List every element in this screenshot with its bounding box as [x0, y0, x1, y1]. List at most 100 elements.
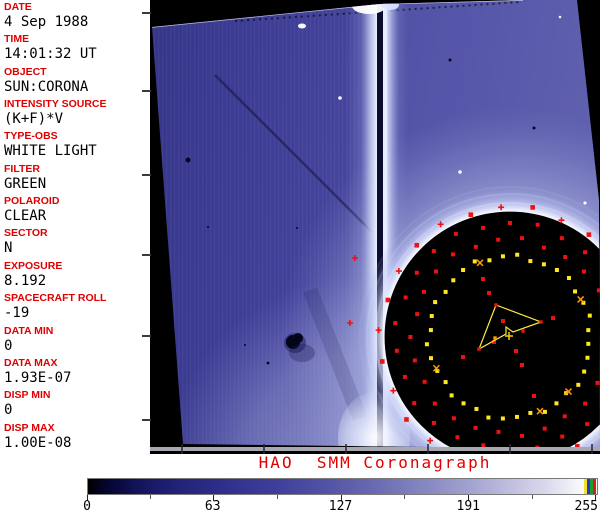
- yellow-ring-dot: [461, 401, 466, 406]
- red-ring-mid-dot: [455, 435, 460, 440]
- metadata-value: SUN:CORONA: [4, 78, 89, 95]
- metadata-value: 0: [4, 337, 13, 354]
- metadata-label: DISP MAX: [4, 421, 55, 434]
- colorbar-gradient: [87, 478, 598, 495]
- metadata-entry: SECTOR N: [4, 227, 48, 256]
- polygon-orange-dot: [493, 336, 497, 340]
- dark-spot: [448, 58, 452, 62]
- yellow-ring-dot: [554, 401, 559, 406]
- colorbar-minor-tick: [149, 495, 151, 499]
- metadata-entry: SPACECRAFT ROLL -19: [4, 293, 106, 321]
- red-ring-inner-dot: [583, 401, 588, 406]
- metadata-entry: DATE 4 Sep 1988: [4, 2, 89, 30]
- red-ring-mid-dot: [507, 221, 512, 226]
- yellow-ring-dot: [586, 341, 591, 346]
- coronagraph-image-svg: [150, 0, 600, 454]
- coronagraph-image: [150, 0, 600, 454]
- yellow-ring-dot: [573, 289, 578, 294]
- metadata-entry: INTENSITY SOURCE (K+F)*V: [4, 98, 107, 128]
- red-ring-inner-dot: [496, 237, 501, 242]
- metadata-value: CLEAR: [4, 208, 47, 225]
- dark-spot: [532, 126, 536, 130]
- metadata-label: POLAROID: [4, 195, 60, 208]
- yellow-ring-dot: [474, 406, 479, 411]
- polygon-vertex-dot: [539, 320, 543, 324]
- red-ring-mid-dot: [535, 222, 540, 227]
- metadata-value: (K+F)*V: [4, 111, 64, 128]
- red-ring-mid-dot: [431, 420, 436, 425]
- colorbar-tick-label: 255: [574, 499, 598, 512]
- red-ring-inner-dot: [496, 429, 501, 434]
- yellow-ring-dot: [449, 393, 454, 398]
- dark-spot: [266, 361, 270, 365]
- metadata-entry: FILTER GREEN: [4, 163, 47, 192]
- colorbar-minor-tick: [404, 495, 406, 499]
- metadata-label: INTENSITY SOURCE: [4, 98, 107, 111]
- yellow-ring-dot: [585, 355, 590, 360]
- yellow-ring-dot: [451, 278, 456, 283]
- metadata-entry: POLAROID CLEAR: [4, 195, 60, 225]
- scatter-red-dot: [501, 319, 505, 323]
- coronagraph-display-window: DATE 4 Sep 1988 TIME 14:01:32 UT OBJECT SUN:C…: [0, 0, 600, 512]
- white-speck: [583, 201, 587, 205]
- yellow-ring-dot: [424, 342, 429, 347]
- image-axis-tick-left: [142, 174, 151, 176]
- metadata-label: DATA MIN: [4, 324, 54, 337]
- yellow-ring-dot: [587, 313, 592, 318]
- red-ring-inner-dot: [542, 426, 547, 431]
- red-ring-inner-dot: [434, 269, 439, 274]
- scatter-red-dot: [520, 363, 524, 367]
- red-ring-inner-dot: [520, 433, 525, 438]
- dark-spot: [185, 157, 191, 163]
- colorbar-tick-label: 191: [456, 499, 480, 512]
- yellow-ring-dot: [528, 259, 533, 264]
- yellow-ring-dot: [443, 380, 448, 385]
- red-ring-inner-dot: [415, 312, 420, 317]
- red-ring-mid-dot: [403, 295, 408, 300]
- polygon-vertex-dot: [477, 347, 481, 351]
- colorbar-tick-label: 63: [204, 499, 221, 512]
- scatter-red-dot: [514, 349, 518, 353]
- red-ring-mid-dot: [560, 434, 565, 439]
- metadata-value: 4 Sep 1988: [4, 14, 89, 30]
- red-ring-mid-dot: [585, 422, 590, 427]
- metadata-label: SECTOR: [4, 227, 48, 240]
- scatter-red-dot: [532, 394, 536, 398]
- red-ring-outer-dot: [385, 297, 391, 303]
- polygon-vertex-dot: [494, 303, 498, 307]
- image-axis-tick-left: [142, 335, 151, 337]
- red-ring-inner-dot: [473, 425, 478, 430]
- metadata-value: 8.192: [4, 272, 47, 289]
- metadata-label: EXPOSURE: [4, 259, 63, 272]
- red-ring-inner-dot: [595, 380, 600, 385]
- red-ring-inner-dot: [541, 245, 546, 250]
- scatter-red-dot: [481, 277, 485, 281]
- red-ring-inner-dot: [520, 236, 525, 241]
- red-ring-mid-dot: [431, 249, 436, 254]
- metadata-entry: DATA MIN 0: [4, 324, 54, 354]
- red-ring-mid-dot: [559, 236, 564, 241]
- scatter-red-dot: [461, 355, 465, 359]
- yellow-ring-dot: [500, 254, 505, 259]
- red-ring-outer-dot: [586, 232, 592, 237]
- metadata-value: GREEN: [4, 175, 47, 192]
- image-axis-tick-left: [142, 90, 151, 92]
- colorbar-minor-tick: [276, 495, 278, 499]
- yellow-ring-dot: [487, 258, 492, 263]
- image-axis-tick-left: [142, 419, 151, 421]
- yellow-ring-dot: [443, 289, 448, 294]
- metadata-entry: DATA MAX 1.93E-07: [4, 357, 71, 385]
- red-ring-mid-dot: [481, 225, 486, 230]
- metadata-label: TYPE-OBS: [4, 130, 58, 143]
- yellow-ring-dot: [528, 410, 533, 415]
- red-ring-mid-dot: [453, 231, 458, 236]
- red-ring-inner-dot: [422, 379, 427, 384]
- red-ring-mid-dot: [481, 443, 486, 448]
- yellow-ring-dot: [486, 415, 491, 420]
- red-ring-mid-dot: [583, 250, 588, 255]
- red-ring-mid-dot: [412, 401, 417, 406]
- scatter-red-dot: [551, 316, 555, 320]
- metadata-entry: EXPOSURE 8.192: [4, 259, 63, 289]
- red-ring-inner-dot: [432, 401, 437, 406]
- red-ring-mid-dot: [393, 321, 398, 326]
